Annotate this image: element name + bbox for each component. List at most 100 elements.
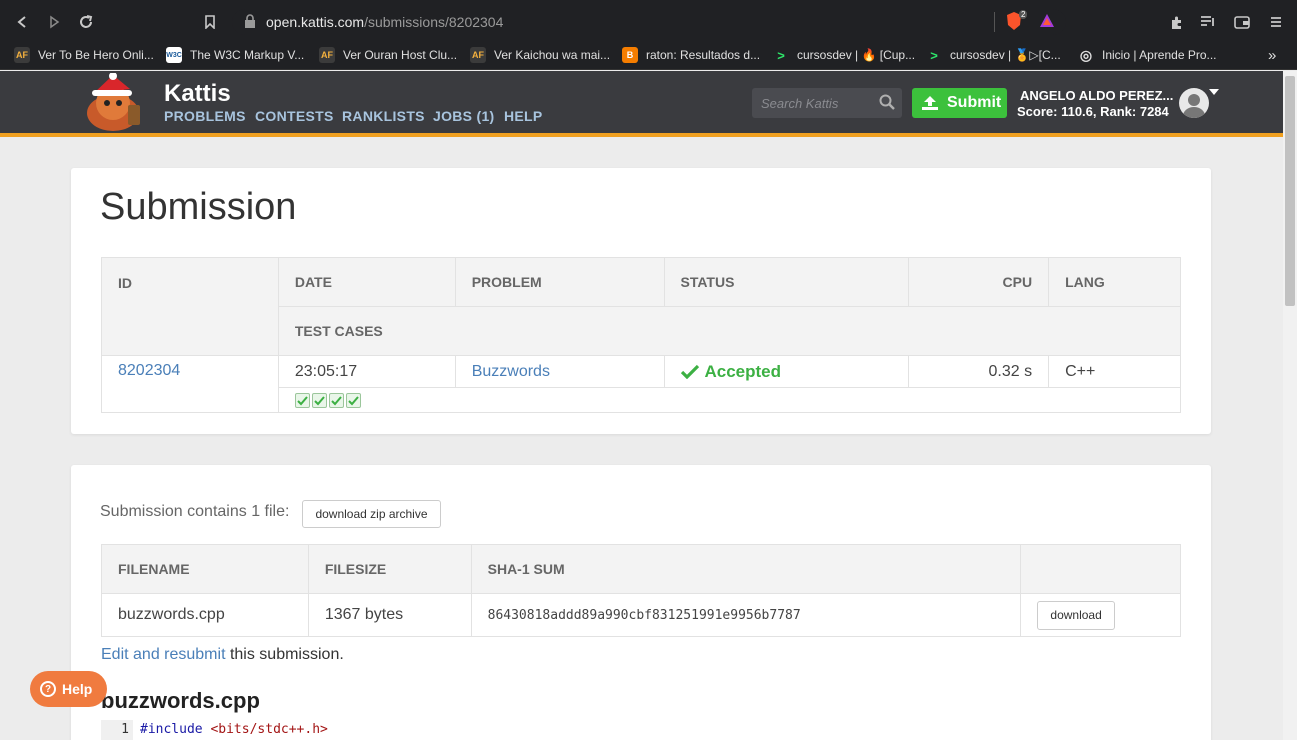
scrollbar-thumb[interactable] [1285,76,1295,306]
file-size: 1367 bytes [307,593,472,637]
bookmarks-bar: AF Ver To Be Hero Onli... W3C The W3C Mark… [0,40,1297,70]
reload-icon[interactable] [72,8,100,36]
avatar[interactable] [1179,88,1209,118]
cpu-time: 0.32 s [908,355,1050,388]
col-sha: SHA-1 SUM [470,544,1022,594]
file-sha: 86430818addd89a990cbf831251991e9956b7787 [470,593,1022,637]
col-id: ID [101,257,279,356]
bookmark-item[interactable]: W3C The W3C Markup V... [166,45,304,65]
download-zip-button[interactable]: download zip archive [302,500,441,528]
brave-badge: 2 [1019,10,1028,19]
language: C++ [1048,355,1181,388]
code-keyword: #include [140,722,203,737]
bookmark-favicon-icon: AF [14,47,30,63]
rewards-icon[interactable] [1038,12,1058,32]
submission-table: ID DATE PROBLEM STATUS CPU LANG TEST CAS… [101,257,1182,413]
col-filename: FILENAME [101,544,309,594]
extensions-icon[interactable] [1162,8,1190,36]
edit-resubmit-link[interactable]: Edit and resubmit [101,646,226,663]
upload-icon [922,96,938,110]
bookmark-item[interactable]: ◎ Inicio | Aprende Pro... [1078,45,1217,65]
download-button[interactable]: download [1037,600,1116,630]
col-actions [1020,544,1181,594]
col-date: DATE [277,257,456,307]
bookmark-label: Ver Ouran Host Clu... [343,48,458,62]
browser-toolbar: open.kattis.com/submissions/8202304 2 [0,4,1297,40]
back-icon[interactable] [8,8,36,36]
wallet-icon[interactable] [1228,8,1256,36]
forward-icon[interactable] [40,8,68,36]
help-button[interactable]: ? Help [30,671,107,707]
bookmark-item[interactable]: Braton: Resultados d... [622,45,760,65]
bookmark-favicon-icon: B [622,47,638,63]
nav-ranklists[interactable]: RANKLISTS [342,108,425,124]
bookmark-label: cursosdev | 🏅▷[C... [950,48,1061,62]
search-icon[interactable] [879,94,895,110]
bookmark-item[interactable]: > cursosdev | 🔥 [Cup... [773,45,915,65]
test-case-passed-icon[interactable] [328,393,344,409]
status-cell: Accepted [663,355,910,388]
bookmark-label: cursosdev | 🔥 [Cup... [797,48,916,62]
table-row: buzzwords.cpp 1367 bytes 86430818addd89a… [101,593,1181,637]
bookmark-label: Ver To Be Hero Onli... [38,48,154,62]
help-label: Help [62,681,93,697]
bookmark-favicon-icon: ◎ [1079,46,1093,63]
submit-button[interactable]: Submit [912,88,1007,118]
problem-link[interactable]: Buzzwords [472,363,550,380]
bookmark-icon[interactable] [196,8,224,36]
line-number: 1 [101,720,133,740]
bookmark-favicon-icon: > [777,47,785,63]
code-block: 1 #include <bits/stdc++.h> [101,720,1181,740]
brand-name[interactable]: Kattis [164,80,231,108]
search-placeholder: Search Kattis [761,96,839,111]
bookmark-label: Inicio | Aprende Pro... [1102,48,1217,62]
code-string: <bits/stdc++.h> [202,722,328,737]
table-row: 8202304 23:05:17 Buzzwords Accepted 0.32… [101,355,1181,413]
test-case-passed-icon[interactable] [294,393,310,409]
menu-icon[interactable] [1262,8,1290,36]
nav-problems[interactable]: PROBLEMS [164,108,246,124]
header-stripe [0,133,1283,137]
user-score: Score: 110.6, Rank: 7284 [1017,104,1169,119]
files-table: FILENAME FILESIZE SHA-1 SUM buzzwords.cp… [101,544,1181,637]
user-name[interactable]: ANGELO ALDO PEREZ... [1020,88,1173,103]
submission-id-link[interactable]: 8202304 [118,362,180,379]
test-case-passed-icon[interactable] [345,393,361,409]
bookmark-item[interactable]: > cursosdev | 🏅▷[C... [926,45,1061,65]
nav-contests[interactable]: CONTESTS [255,108,334,124]
address-bar[interactable]: open.kattis.com/submissions/8202304 [232,9,1066,35]
bookmark-favicon-icon: AF [470,47,486,63]
nav-jobs[interactable]: JOBS (1) [433,108,495,124]
bookmark-favicon-icon: > [930,47,938,63]
playlist-icon[interactable] [1194,8,1222,36]
code-line: #include <bits/stdc++.h> [140,720,328,740]
search-input[interactable]: Search Kattis [752,88,902,118]
bookmarks-overflow-icon[interactable]: » [1268,45,1276,65]
col-cpu: CPU [908,257,1050,307]
resubmit-text: this submission. [225,646,344,663]
col-test-cases: TEST CASES [277,306,1182,356]
brave-shield-icon[interactable]: 2 [1005,10,1028,33]
kattis-logo[interactable] [76,72,150,131]
bookmark-favicon-icon: AF [319,47,335,63]
bookmark-label: Ver Kaichou wa mai... [494,48,611,62]
url-text: open.kattis.com/submissions/8202304 [266,14,504,30]
status-badge: Accepted [704,361,782,381]
resubmit-line: Edit and resubmit this submission. [101,646,344,664]
page-title: Submission [100,186,297,228]
bookmark-item[interactable]: AF Ver Ouran Host Clu... [319,45,457,65]
lock-icon [245,14,255,28]
nav-help[interactable]: HELP [504,108,543,124]
file-title: buzzwords.cpp [101,688,260,713]
bookmark-item[interactable]: AF Ver Kaichou wa mai... [470,45,610,65]
bookmark-label: raton: Resultados d... [646,48,761,62]
divider [994,12,995,32]
test-case-passed-icon[interactable] [311,393,327,409]
bookmark-item[interactable]: AF Ver To Be Hero Onli... [14,45,154,65]
user-menu-caret-icon[interactable] [1209,89,1219,95]
file-count-text: Submission contains 1 file: [100,503,290,520]
bookmark-favicon-icon: W3C [166,47,182,63]
file-name: buzzwords.cpp [101,593,309,637]
col-problem: PROBLEM [454,257,665,307]
col-status: STATUS [663,257,910,307]
